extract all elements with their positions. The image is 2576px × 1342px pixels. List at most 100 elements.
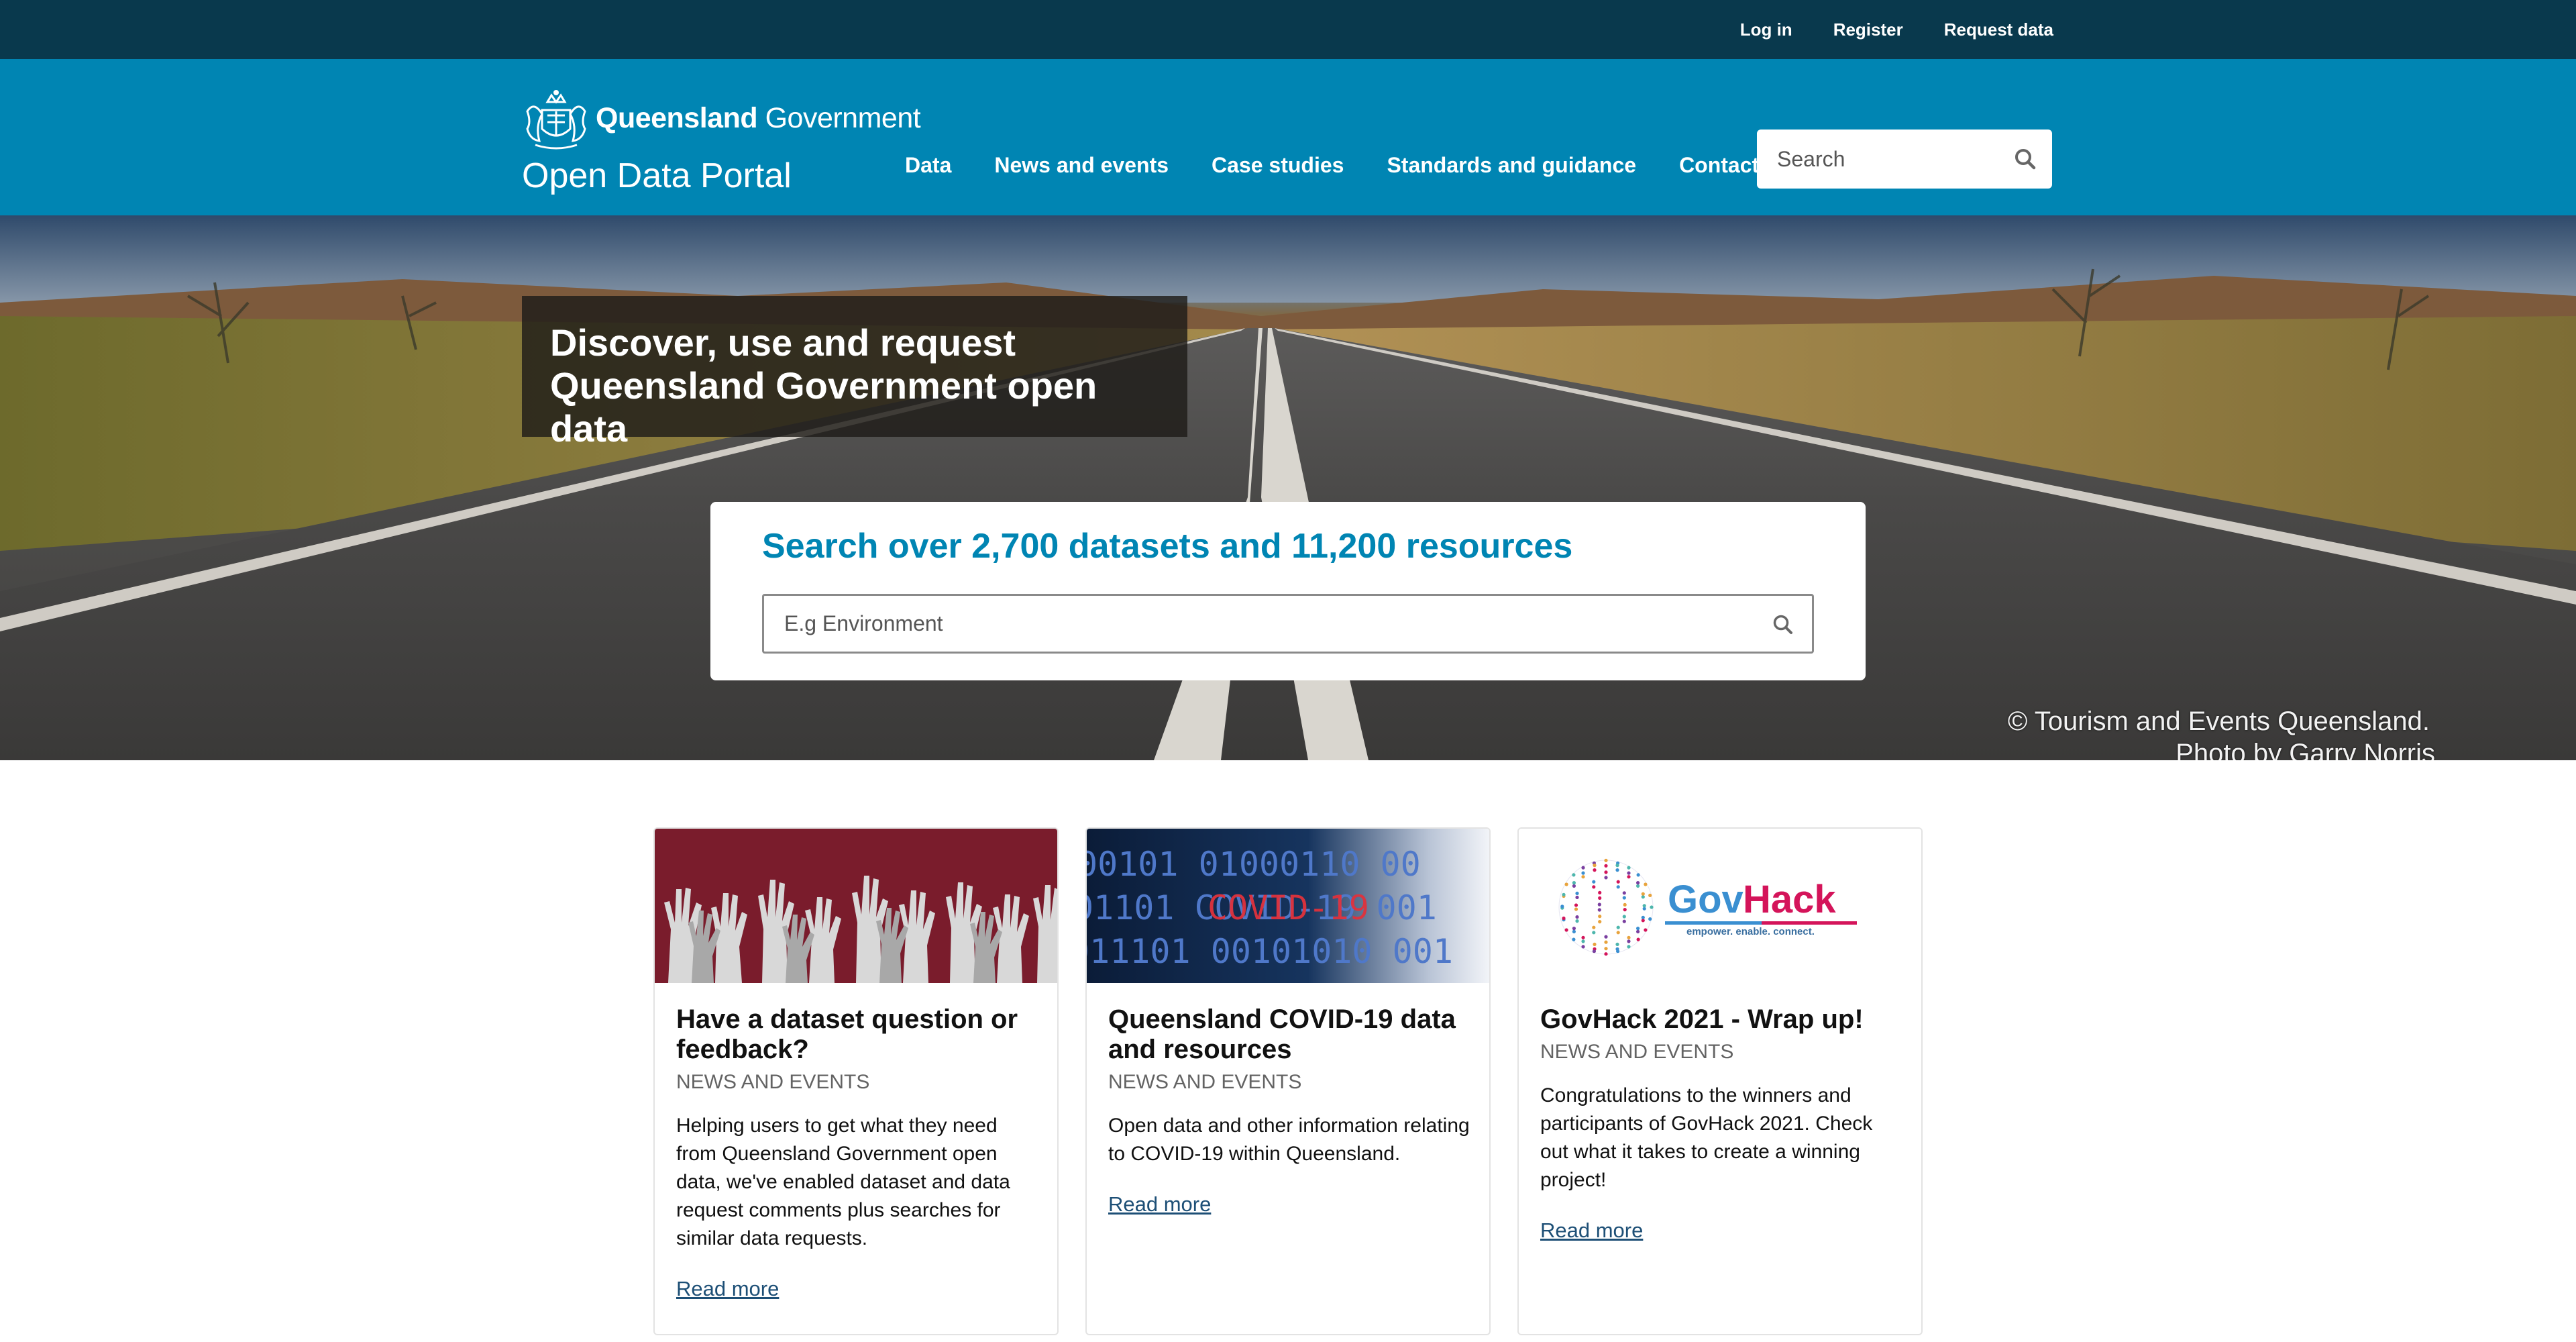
govhack-globe-dot — [1593, 864, 1597, 868]
govhack-globe-dot — [1597, 908, 1601, 912]
covid-red-text-overlay: COVID-19 — [1208, 888, 1369, 927]
register-link[interactable]: Register — [1833, 19, 1903, 40]
govhack-globe-dot — [1564, 928, 1568, 932]
govhack-globe-dot — [1575, 919, 1579, 923]
govhack-globe-dot — [1604, 940, 1608, 944]
nav-standards-and-guidance[interactable]: Standards and guidance — [1387, 153, 1636, 178]
card-body: Have a dataset question or feedback? NEW… — [676, 1004, 1038, 1301]
govhack-globe-dot — [1636, 927, 1640, 931]
search-icon[interactable] — [2013, 147, 2037, 171]
govhack-globe-dot — [1592, 949, 1596, 953]
govhack-globe-dot — [1604, 952, 1608, 956]
covid-image-line3: 011101 00101010 001 — [1087, 932, 1453, 971]
read-more-link[interactable]: Read more — [1540, 1219, 1643, 1243]
govhack-globe-dot — [1641, 915, 1645, 919]
govhack-globe-dot — [1598, 915, 1602, 919]
govhack-globe-dot — [1616, 949, 1620, 953]
govhack-globe-dot — [1572, 884, 1576, 888]
govhack-globe-dot — [1560, 905, 1564, 909]
card-title[interactable]: GovHack 2021 - Wrap up! — [1540, 1004, 1902, 1035]
govhack-globe-dot — [1581, 939, 1585, 943]
govhack-globe-dot — [1581, 871, 1585, 875]
govhack-globe-dot — [1572, 927, 1576, 931]
govhack-globe-dot — [1615, 868, 1619, 872]
govhack-globe-dot — [1622, 915, 1626, 919]
govhack-globe-dot — [1604, 870, 1608, 874]
govhack-globe-dot — [1627, 875, 1631, 879]
hero-title-line2: Queensland Government open data — [550, 364, 1097, 450]
nav-case-studies[interactable]: Case studies — [1212, 153, 1344, 178]
card-category: NEWS AND EVENTS — [1540, 1041, 1734, 1063]
govhack-globe-dot — [1627, 945, 1631, 949]
nav-news-and-events[interactable]: News and events — [994, 153, 1169, 178]
covid-binary-image: 00101 01000110 00 01101 COVID-19 001 011… — [1087, 829, 1489, 983]
govhack-globe-dot — [1572, 881, 1576, 885]
govhack-globe-dot — [1572, 929, 1576, 933]
govhack-globe-dot — [1644, 882, 1648, 886]
utility-bar: Log in Register Request data — [0, 0, 2576, 59]
govhack-globe-dot — [1627, 866, 1631, 870]
header-search — [1757, 130, 2052, 189]
read-more-link[interactable]: Read more — [676, 1277, 779, 1301]
search-icon[interactable] — [1772, 613, 1794, 636]
govhack-logo-hack: Hack — [1743, 878, 1836, 921]
dataset-search-input[interactable] — [764, 596, 1757, 652]
card-image-hands — [655, 829, 1057, 983]
govhack-logo: Gov Hack empower. enable. connect. — [1519, 829, 1921, 983]
dataset-search — [762, 594, 1814, 654]
gov-name-regular: Government — [765, 102, 921, 134]
govhack-logo-gov: Gov — [1668, 878, 1743, 921]
header-search-input[interactable] — [1757, 130, 2005, 189]
photo-credit-line1: © Tourism and Events Queensland. — [2007, 707, 2430, 736]
govhack-globe-dot — [1575, 915, 1579, 919]
govhack-globe-dot — [1636, 929, 1640, 933]
card-title[interactable]: Have a dataset question or feedback? — [676, 1004, 1038, 1065]
news-card: 00101 01000110 00 01101 COVID-19 001 011… — [1085, 827, 1491, 1335]
nav-data[interactable]: Data — [905, 153, 951, 178]
govhack-globe-dot — [1597, 902, 1601, 907]
govhack-globe-dot — [1615, 942, 1619, 946]
hero-title: Discover, use and request Queensland Gov… — [550, 321, 1167, 450]
govhack-globe-dot — [1592, 931, 1596, 935]
govhack-globe-dot — [1581, 866, 1585, 870]
govhack-globe-dot — [1636, 873, 1640, 877]
govhack-globe-dot — [1644, 928, 1648, 932]
govhack-globe-dot — [1592, 925, 1596, 929]
card-body: Queensland COVID-19 data and resources N… — [1108, 1004, 1470, 1217]
queensland-crest-icon — [526, 90, 586, 150]
nav-contact[interactable]: Contact — [1679, 153, 1759, 178]
card-body: GovHack 2021 - Wrap up! NEWS AND EVENTS … — [1540, 1004, 1902, 1243]
govhack-globe-dot — [1593, 868, 1597, 872]
card-image-govhack: Gov Hack empower. enable. connect. — [1519, 829, 1921, 983]
govhack-globe-icon: Gov Hack empower. enable. connect. — [1558, 858, 1857, 956]
govhack-globe-dot — [1562, 892, 1566, 896]
read-more-link[interactable]: Read more — [1108, 1192, 1211, 1217]
govhack-globe-dot — [1593, 942, 1597, 946]
govhack-globe-dot — [1581, 935, 1585, 939]
hero-banner: Discover, use and request Queensland Gov… — [0, 215, 2576, 760]
photo-credit-line2: Photo by Garry Norris — [2176, 739, 2435, 760]
brand-logo[interactable]: Queensland Government Open Data Portal — [522, 72, 924, 207]
govhack-globe-dot — [1616, 925, 1620, 929]
govhack-globe-dot — [1616, 931, 1620, 935]
covid-image-line1: 00101 01000110 00 — [1087, 845, 1421, 884]
govhack-globe-dot — [1562, 916, 1566, 921]
govhack-logo-tagline: empower. enable. connect. — [1686, 926, 1815, 937]
govhack-globe-dot — [1622, 919, 1626, 923]
govhack-globe-dot — [1604, 947, 1608, 951]
request-data-link[interactable]: Request data — [1944, 19, 2053, 40]
card-title[interactable]: Queensland COVID-19 data and resources — [1108, 1004, 1470, 1065]
govhack-globe-dot — [1604, 935, 1608, 939]
card-description: Congratulations to the winners and parti… — [1540, 1084, 1873, 1191]
govhack-globe-dot — [1575, 895, 1579, 899]
card-description: Helping users to get what they need from… — [676, 1115, 1010, 1249]
govhack-globe-dot — [1581, 945, 1585, 949]
govhack-globe-dot — [1592, 885, 1596, 889]
govhack-globe-dot — [1622, 891, 1626, 895]
login-link[interactable]: Log in — [1740, 19, 1792, 40]
govhack-globe-dot — [1574, 907, 1578, 911]
govhack-globe-dot — [1574, 903, 1578, 907]
govhack-globe-dot — [1641, 892, 1645, 896]
news-cards: Have a dataset question or feedback? NEW… — [653, 827, 1923, 1342]
govhack-globe-dot — [1636, 881, 1640, 885]
